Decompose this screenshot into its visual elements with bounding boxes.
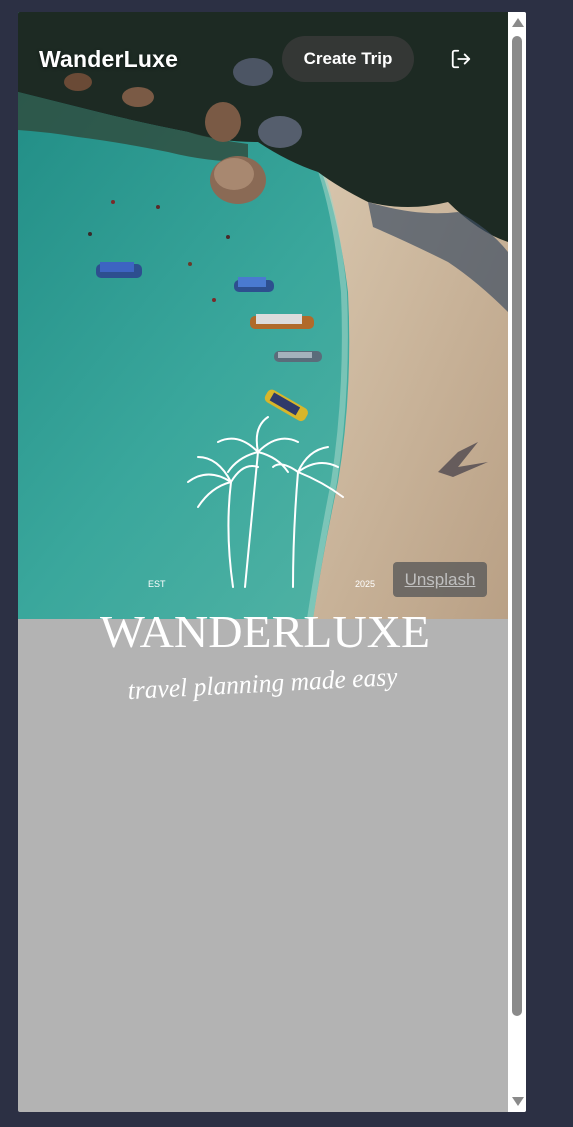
logout-button[interactable]	[446, 46, 476, 74]
palm-trunk-middle	[244, 451, 259, 588]
vertical-scrollbar[interactable]	[508, 12, 526, 1112]
scroll-thumb[interactable]	[512, 36, 522, 1016]
logout-icon	[451, 49, 471, 68]
app-window: WanderLuxe Create Trip Unsplash EST 2025…	[18, 12, 526, 1112]
scroll-up-arrow-icon[interactable]	[512, 18, 524, 27]
brand-logo-text[interactable]: WanderLuxe	[39, 46, 178, 73]
palm-trunk-left	[227, 481, 234, 588]
wanderluxe-emblem: EST 2025 WANDERLUXE travel planning made…	[100, 416, 430, 705]
emblem-wordmark: WANDERLUXE	[100, 606, 430, 657]
top-navbar: WanderLuxe Create Trip	[18, 12, 508, 104]
scroll-down-arrow-icon[interactable]	[512, 1097, 524, 1106]
emblem-est-label: EST	[148, 579, 166, 589]
palm-trunk-right	[292, 471, 299, 588]
emblem-tagline: travel planning made easy	[127, 662, 399, 705]
create-trip-button[interactable]: Create Trip	[282, 36, 414, 82]
emblem-year: 2025	[355, 579, 375, 589]
